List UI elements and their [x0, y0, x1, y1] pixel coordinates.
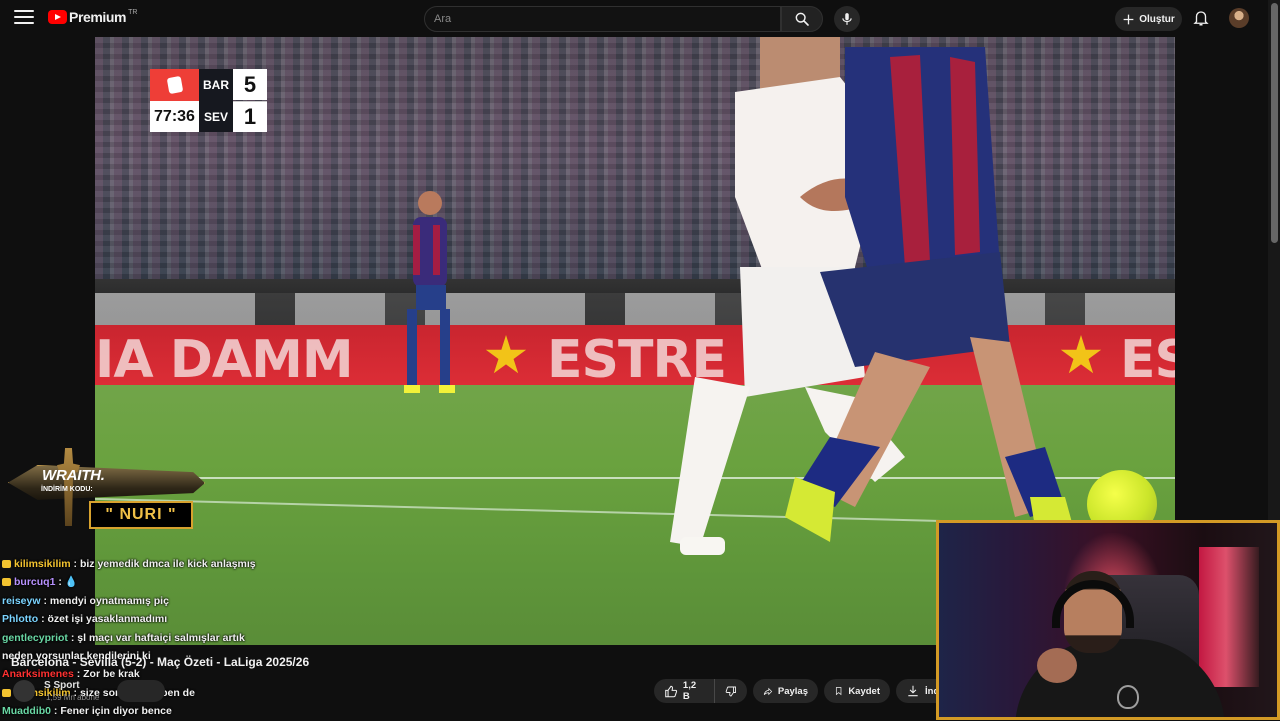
barcelona-player-background [404, 191, 455, 393]
share-icon [763, 687, 773, 695]
chat-username[interactable]: gentlecypriot [2, 632, 68, 644]
chat-message: Phlotto : özet işi yasaklanmadımı [2, 610, 342, 628]
search-button[interactable] [781, 6, 823, 32]
dislike-button[interactable] [715, 679, 747, 703]
chat-username[interactable]: Anarksimenes [2, 668, 74, 680]
save-label: Kaydet [848, 685, 880, 697]
youtube-premium-logo[interactable]: Premium TR [48, 9, 137, 25]
profile-avatar[interactable] [1229, 8, 1249, 28]
sponsor-overlay: WRAITH. İNDİRİM KODU: " NURI " [8, 448, 208, 538]
search-input[interactable]: Ara [424, 6, 781, 32]
subscribe-button[interactable] [117, 680, 165, 702]
chat-badge-icon [2, 560, 11, 568]
chat-badge-icon [2, 688, 11, 697]
streamer-webcam [936, 520, 1280, 720]
chat-username[interactable]: Phlotto [2, 613, 38, 625]
chat-username[interactable]: reiseyw [2, 595, 41, 607]
notification-bell-icon[interactable] [1192, 9, 1210, 27]
logo-text: Premium [69, 9, 127, 25]
chat-text: : biz yemedik dmca ile kick anlaşmış [73, 558, 256, 570]
bookmark-icon [835, 687, 842, 696]
menu-icon[interactable] [14, 10, 34, 26]
chat-message: reiseyw : mendyi oynatmamış piç [2, 592, 342, 610]
away-score: 1 [233, 101, 267, 132]
background-shelf [1199, 547, 1259, 687]
voice-search-button[interactable] [834, 6, 860, 32]
like-button[interactable]: 1,2 B [654, 679, 715, 703]
save-button[interactable]: Kaydet [824, 679, 890, 703]
chat-username[interactable]: burcuq1 [14, 576, 55, 588]
match-clock: 77:36 [150, 101, 199, 132]
chat-badge-icon [2, 578, 11, 587]
thumbs-up-icon [665, 685, 678, 697]
chat-text: : Zor be krak [76, 668, 140, 681]
chat-username[interactable]: kilimsikilim [14, 558, 71, 570]
chat-text: : Fener için diyor bence [53, 705, 172, 718]
discount-code-label: İNDİRİM KODU: [41, 486, 93, 493]
channel-name[interactable]: S Sport [44, 680, 80, 691]
chat-text: : şl maçı var haftaiçi salmışlar artık [70, 631, 245, 644]
like-count: 1,2 B [682, 680, 697, 702]
streamer-hand [1037, 648, 1077, 683]
create-button[interactable]: Oluştur [1115, 7, 1182, 31]
subscriber-count: 1,59 Mn abone [46, 693, 100, 702]
scrollbar-thumb[interactable] [1271, 3, 1278, 243]
channel-avatar[interactable] [13, 680, 35, 702]
scoreboard: BAR SEV 77:36 5 1 [150, 69, 267, 132]
away-team: SEV [203, 110, 228, 124]
chat-text: : mendyi oynatmamış piç [43, 594, 169, 607]
region-code: TR [128, 8, 138, 16]
barcelona-player-foreground [785, 47, 1080, 557]
chat-message: burcuq1 : 💧 [2, 573, 342, 591]
chat-message: kilimsikilim : biz yemedik dmca ile kick… [2, 555, 342, 573]
top-bar: Premium TR Ara Oluştur [0, 0, 1280, 37]
sponsor-brand: WRAITH. [42, 467, 105, 484]
discount-code: " NURI " [89, 501, 193, 529]
hoodie-logo-icon [1117, 685, 1139, 709]
youtube-play-icon [48, 10, 67, 24]
chat-username[interactable]: Muaddib0 [2, 705, 51, 717]
chat-text: : 💧 [58, 576, 78, 589]
team-names: BAR SEV [199, 69, 233, 132]
home-score: 5 [233, 69, 267, 100]
chat-message: Muaddib0 : Fener için diyor bence [2, 702, 342, 720]
thumbs-down-icon [725, 686, 736, 696]
create-label: Oluştur [1139, 13, 1175, 25]
home-team: BAR [203, 78, 229, 92]
video-title: Barcelona - Sevilla (5-2) - Maç Özeti - … [11, 655, 310, 669]
share-label: Paylaş [777, 685, 808, 697]
laliga-logo [150, 69, 199, 101]
microphone-icon [842, 13, 852, 25]
plus-icon [1123, 14, 1134, 24]
download-icon [908, 685, 918, 697]
chat-text: : özet işi yasaklanmadımı [41, 613, 168, 626]
search-icon [795, 12, 809, 26]
share-button[interactable]: Paylaş [753, 679, 818, 703]
chat-message: gentlecypriot : şl maçı var haftaiçi sal… [2, 629, 342, 647]
